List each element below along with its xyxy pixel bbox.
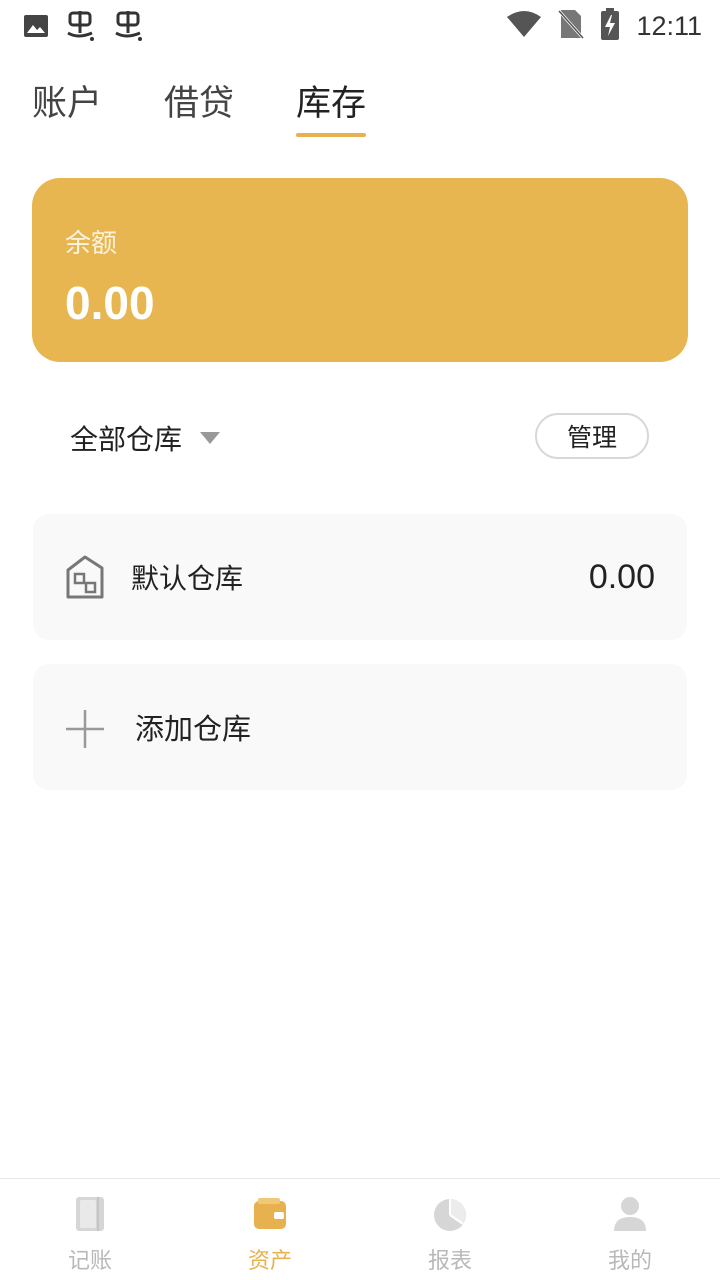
warehouse-name: 默认仓库	[131, 562, 244, 595]
warehouse-item[interactable]: 默认仓库 0.00	[33, 514, 687, 640]
balance-value: 0.00	[65, 277, 155, 329]
wifi-icon	[506, 9, 542, 43]
nav-assets[interactable]: 资产	[180, 1179, 360, 1280]
tab-inventory[interactable]: 库存	[296, 82, 367, 137]
app-icon	[64, 9, 98, 47]
warehouse-filter-label: 全部仓库	[70, 423, 183, 456]
top-tabs: 账户 借贷 库存	[32, 82, 367, 137]
balance-card: 余额 0.00	[32, 178, 688, 362]
dropdown-caret-icon	[200, 432, 221, 444]
clock: 12:11	[636, 10, 702, 41]
wallet-icon	[252, 1195, 288, 1233]
book-icon	[72, 1195, 108, 1233]
active-tab-indicator	[296, 133, 367, 137]
no-sim-icon	[558, 8, 585, 44]
tab-accounts[interactable]: 账户	[32, 82, 102, 126]
status-bar: 12:11	[0, 0, 720, 50]
image-icon	[22, 12, 50, 44]
bottom-nav: 记账 资产 报表 我的	[0, 1178, 720, 1280]
nav-bookkeeping[interactable]: 记账	[0, 1179, 180, 1280]
nav-reports[interactable]: 报表	[360, 1179, 540, 1280]
battery-charging-icon	[600, 8, 620, 44]
add-warehouse-label: 添加仓库	[135, 712, 252, 746]
tab-label: 账户	[32, 84, 103, 124]
app-icon	[112, 9, 146, 47]
warehouse-icon	[65, 554, 105, 600]
nav-label: 资产	[247, 1249, 292, 1274]
app-screen: 12:11 账户 借贷 库存 余额 0.00 全部仓库 管理 默认仓库 0.00…	[0, 0, 720, 1280]
manage-button[interactable]: 管理	[535, 413, 649, 459]
balance-label: 余额	[65, 229, 118, 259]
tab-loans[interactable]: 借贷	[164, 82, 234, 126]
nav-label: 报表	[427, 1249, 472, 1274]
nav-profile[interactable]: 我的	[540, 1179, 720, 1280]
tab-label: 库存	[296, 84, 367, 124]
manage-button-label: 管理	[566, 423, 617, 452]
plus-icon	[65, 709, 105, 749]
nav-label: 记账	[67, 1249, 112, 1274]
tab-label: 借贷	[164, 84, 235, 124]
warehouse-filter-dropdown[interactable]: 全部仓库	[70, 418, 221, 458]
nav-label: 我的	[607, 1249, 652, 1274]
pie-chart-icon	[432, 1195, 468, 1233]
add-warehouse-button[interactable]: 添加仓库	[33, 664, 687, 790]
user-icon	[612, 1195, 648, 1233]
warehouse-value: 0.00	[588, 557, 655, 596]
